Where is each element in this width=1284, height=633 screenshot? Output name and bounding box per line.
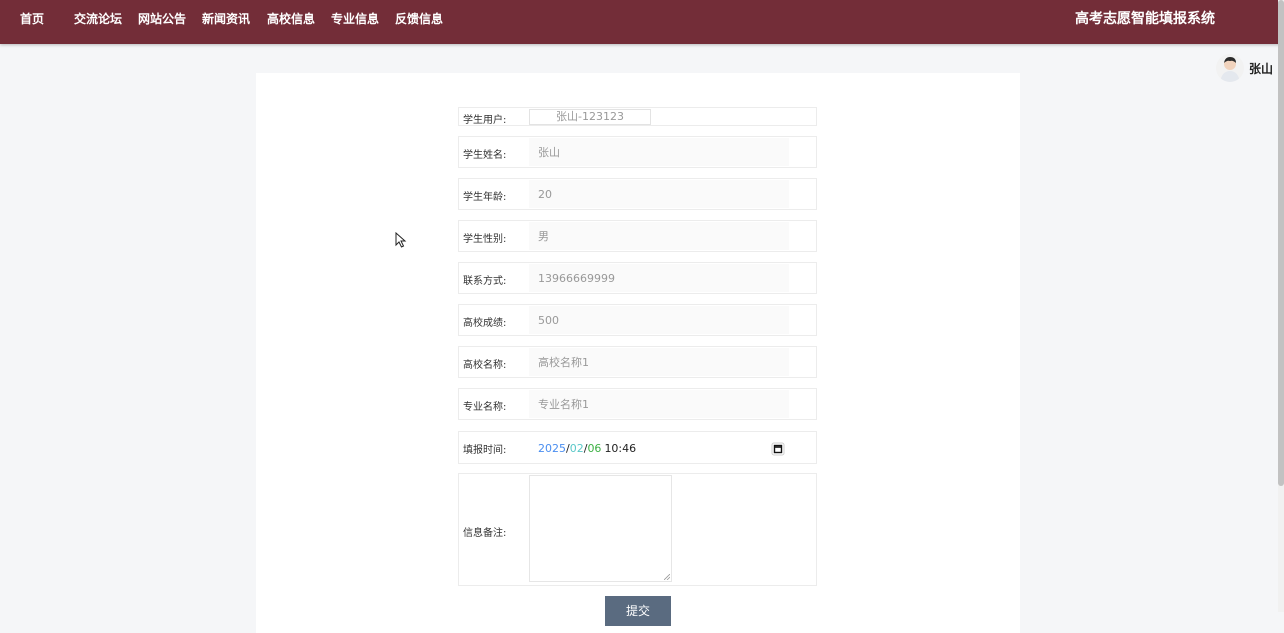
gender-input[interactable]: 男 bbox=[529, 222, 789, 250]
time-input[interactable]: 2025/02/06 10:46 bbox=[529, 434, 789, 462]
student-user-label: 学生用户: bbox=[463, 115, 507, 126]
nav-news[interactable]: 新闻资讯 bbox=[202, 10, 250, 27]
score-input[interactable]: 500 bbox=[529, 306, 789, 334]
nav-announcements[interactable]: 网站公告 bbox=[138, 10, 186, 27]
school-input[interactable]: 高校名称1 bbox=[529, 348, 789, 376]
student-user-select[interactable]: 张山-123123 bbox=[529, 109, 651, 125]
nav-feedback[interactable]: 反馈信息 bbox=[395, 10, 443, 27]
date-year: 2025 bbox=[538, 441, 566, 455]
date-clock: 10:46 bbox=[604, 441, 637, 455]
user-menu[interactable]: 张山 bbox=[1216, 54, 1273, 82]
date-month: 02 bbox=[569, 441, 584, 455]
user-name[interactable]: 张山 bbox=[1249, 60, 1273, 77]
gender-label: 学生性别: bbox=[463, 234, 507, 245]
form-row-student-user: 学生用户: 张山-123123 bbox=[458, 107, 817, 126]
nav-forum[interactable]: 交流论坛 bbox=[74, 10, 122, 27]
mouse-cursor-icon bbox=[395, 232, 407, 248]
date-day: 06 bbox=[587, 441, 602, 455]
form-row-school: 高校名称: 高校名称1 bbox=[458, 346, 817, 378]
nav-home[interactable]: 首页 bbox=[20, 10, 44, 27]
site-brand: 高考志愿智能填报系统 bbox=[1075, 11, 1215, 27]
form-row-gender: 学生性别: 男 bbox=[458, 220, 817, 252]
user-avatar-icon[interactable] bbox=[1216, 54, 1244, 82]
page-scrollbar[interactable] bbox=[1278, 0, 1284, 612]
form-row-name: 学生姓名: 张山 bbox=[458, 136, 817, 168]
score-label: 高校成绩: bbox=[463, 318, 507, 329]
form-row-age: 学生年龄: 20 bbox=[458, 178, 817, 210]
form-row-time: 填报时间: 2025/02/06 10:46 bbox=[458, 431, 817, 464]
nav-majors[interactable]: 专业信息 bbox=[331, 10, 379, 27]
phone-label: 联系方式: bbox=[463, 276, 507, 287]
major-input[interactable]: 专业名称1 bbox=[529, 390, 789, 418]
name-label: 学生姓名: bbox=[463, 150, 507, 161]
resize-grip-icon[interactable] bbox=[664, 574, 670, 580]
major-label: 专业名称: bbox=[463, 402, 507, 413]
form-row-major: 专业名称: 专业名称1 bbox=[458, 388, 817, 420]
age-input[interactable]: 20 bbox=[529, 180, 789, 208]
top-nav-bar: 首页 交流论坛 网站公告 新闻资讯 高校信息 专业信息 反馈信息 高考志愿智能填… bbox=[0, 0, 1284, 44]
name-input[interactable]: 张山 bbox=[529, 138, 789, 166]
note-label: 信息备注: bbox=[463, 528, 507, 539]
note-textarea[interactable] bbox=[529, 475, 672, 582]
form-row-phone: 联系方式: 13966669999 bbox=[458, 262, 817, 294]
phone-input[interactable]: 13966669999 bbox=[529, 264, 789, 292]
form-row-note: 信息备注: bbox=[458, 473, 817, 586]
submit-button[interactable]: 提交 bbox=[605, 596, 671, 626]
nav-universities[interactable]: 高校信息 bbox=[267, 10, 315, 27]
school-label: 高校名称: bbox=[463, 360, 507, 371]
time-label: 填报时间: bbox=[463, 445, 507, 456]
scroll-thumb[interactable] bbox=[1278, 0, 1284, 486]
form-row-score: 高校成绩: 500 bbox=[458, 304, 817, 336]
calendar-icon[interactable] bbox=[771, 441, 785, 456]
age-label: 学生年龄: bbox=[463, 192, 507, 203]
